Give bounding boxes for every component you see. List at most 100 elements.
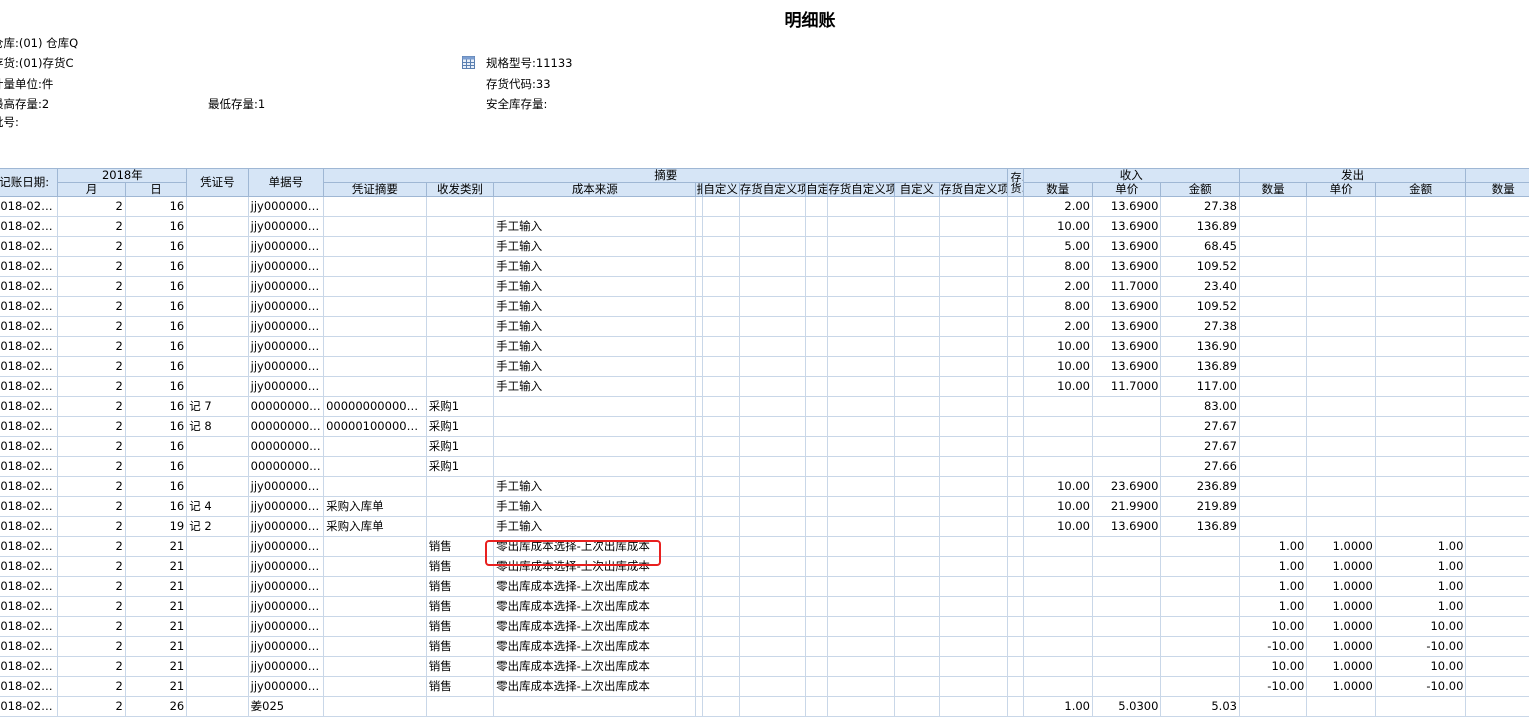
- cell-day[interactable]: 16: [124, 196, 188, 217]
- cell-custom-1[interactable]: [701, 196, 740, 217]
- cell-doc[interactable]: 0000000000: [247, 396, 325, 417]
- cell-date[interactable]: 2018-02-16: [0, 456, 59, 477]
- cell-stock[interactable]: [1007, 676, 1024, 697]
- cell-month[interactable]: 2: [57, 296, 126, 317]
- cell-voucher-summary[interactable]: 00000100000000: [323, 416, 427, 437]
- cell-out-amount[interactable]: [1374, 276, 1467, 297]
- col-custom-4[interactable]: 存货自定义项: [827, 182, 895, 197]
- cell-stock[interactable]: [1007, 456, 1024, 477]
- cell-out-price[interactable]: 1.0000: [1306, 656, 1376, 677]
- cell-in-qty[interactable]: [1022, 416, 1094, 437]
- cell-cost-source[interactable]: 手工输入: [493, 316, 697, 337]
- cell-in-qty[interactable]: 5.00: [1022, 236, 1094, 257]
- cell-in-qty[interactable]: 10.00: [1022, 356, 1094, 377]
- cell-stock[interactable]: [1007, 576, 1024, 597]
- cell-custom-5[interactable]: [893, 376, 941, 397]
- cell-custom-4[interactable]: [827, 576, 895, 597]
- col-in-price[interactable]: 单价: [1091, 182, 1162, 197]
- cell-month[interactable]: 2: [57, 396, 126, 417]
- cell-out-qty[interactable]: [1238, 336, 1308, 357]
- cell-voucher-summary[interactable]: 采购入库单: [323, 496, 427, 517]
- cell-cost-source[interactable]: 手工输入: [493, 496, 697, 517]
- cell-custom-1[interactable]: [701, 596, 740, 617]
- cell-custom-2[interactable]: [738, 336, 807, 357]
- cell-cost-source[interactable]: [493, 196, 697, 217]
- cell-custom-5[interactable]: [893, 396, 941, 417]
- cell-month[interactable]: 2: [57, 616, 126, 637]
- cell-category[interactable]: [425, 336, 495, 357]
- cell-cost-source[interactable]: 手工输入: [493, 216, 697, 237]
- cell-custom-4[interactable]: [827, 456, 895, 477]
- cell-out-price[interactable]: 1.0000: [1306, 576, 1376, 597]
- cell-day[interactable]: 16: [124, 276, 188, 297]
- cell-custom-5[interactable]: [893, 696, 941, 717]
- cell-custom-4[interactable]: [827, 616, 895, 637]
- table-row[interactable]: 2018-02-21221jjy00000058销售零出库成本选择-上次出库成本…: [0, 676, 1529, 697]
- cell-doc[interactable]: jjy00000024: [247, 536, 325, 557]
- cell-in-amount[interactable]: [1160, 656, 1240, 677]
- table-row[interactable]: 2018-02-21221jjy00000057销售零出库成本选择-上次出库成本…: [0, 656, 1529, 677]
- cell-custom-3[interactable]: [805, 356, 829, 377]
- cell-out-price[interactable]: [1306, 356, 1376, 377]
- cell-in-price[interactable]: 13.6900: [1091, 256, 1162, 277]
- cell-custom-2[interactable]: [738, 636, 807, 657]
- cell-in-price[interactable]: 23.6900: [1091, 476, 1162, 497]
- cell-voucher-summary[interactable]: [323, 296, 427, 317]
- cell-custom-5[interactable]: [893, 296, 941, 317]
- table-row[interactable]: 2018-02-16216 jjy00000020 手工输入 2.0011.70002…: [0, 276, 1529, 297]
- col-custom-5[interactable]: 自定义: [893, 182, 941, 197]
- cell-month[interactable]: 2: [57, 436, 126, 457]
- cell-custom-4[interactable]: [827, 496, 895, 517]
- cell-voucher-summary[interactable]: [323, 636, 427, 657]
- cell-out-price[interactable]: [1306, 216, 1376, 237]
- cell-in-price[interactable]: [1091, 596, 1162, 617]
- cell-custom-6[interactable]: [938, 516, 1009, 537]
- col-custom-3[interactable]: 自定: [805, 182, 829, 197]
- cell-out-amount[interactable]: [1374, 456, 1467, 477]
- cell-month[interactable]: 2: [57, 576, 126, 597]
- cell-custom-3[interactable]: [805, 316, 829, 337]
- cell-in-qty[interactable]: 10.00: [1022, 376, 1094, 397]
- cell-out-amount[interactable]: [1374, 476, 1467, 497]
- cell-day[interactable]: 16: [124, 356, 188, 377]
- cell-custom-6[interactable]: [938, 636, 1009, 657]
- cell-voucher[interactable]: [186, 576, 249, 597]
- cell-stock[interactable]: [1007, 416, 1024, 437]
- cell-custom-4[interactable]: [827, 216, 895, 237]
- cell-custom-2[interactable]: [738, 356, 807, 377]
- cell-voucher[interactable]: 记 7: [186, 396, 249, 417]
- cell-voucher-summary[interactable]: [323, 256, 427, 277]
- cell-custom-2[interactable]: [738, 276, 807, 297]
- cell-voucher-summary[interactable]: [323, 696, 427, 717]
- cell-custom-1[interactable]: [701, 616, 740, 637]
- cell-custom-6[interactable]: [938, 256, 1009, 277]
- cell-category[interactable]: [425, 496, 495, 517]
- cell-balance-qty[interactable]: 2: [1465, 536, 1529, 557]
- cell-category[interactable]: [425, 196, 495, 217]
- cell-custom-6[interactable]: [938, 676, 1009, 697]
- cell-custom-2[interactable]: [738, 436, 807, 457]
- cell-in-price[interactable]: 13.6900: [1091, 336, 1162, 357]
- cell-voucher[interactable]: [186, 656, 249, 677]
- cell-doc[interactable]: 0000000000: [247, 456, 325, 477]
- cell-balance-qty[interactable]: 1: [1465, 336, 1529, 357]
- cell-day[interactable]: 16: [124, 336, 188, 357]
- cell-balance-qty[interactable]: 2: [1465, 636, 1529, 657]
- cell-out-price[interactable]: [1306, 296, 1376, 317]
- cell-in-price[interactable]: 13.6900: [1091, 236, 1162, 257]
- cell-custom-2[interactable]: [738, 516, 807, 537]
- cell-custom-3[interactable]: [805, 696, 829, 717]
- cell-custom-2[interactable]: [738, 496, 807, 517]
- cell-date[interactable]: 2018-02-16: [0, 256, 59, 277]
- cell-day[interactable]: 16: [124, 396, 188, 417]
- cell-category[interactable]: [425, 376, 495, 397]
- cell-balance-qty[interactable]: 2: [1465, 676, 1529, 697]
- table-row[interactable]: 2018-02-16216jjy00000024手工输入10.0011.7000…: [0, 376, 1529, 397]
- cell-category[interactable]: 销售: [425, 616, 495, 637]
- cell-voucher-summary[interactable]: [323, 376, 427, 397]
- cell-out-qty[interactable]: 1.00: [1238, 596, 1308, 617]
- cell-in-qty[interactable]: [1022, 596, 1094, 617]
- cell-voucher[interactable]: [186, 616, 249, 637]
- col-cost-source[interactable]: 成本来源: [493, 182, 697, 197]
- cell-in-amount[interactable]: 136.89: [1160, 356, 1240, 377]
